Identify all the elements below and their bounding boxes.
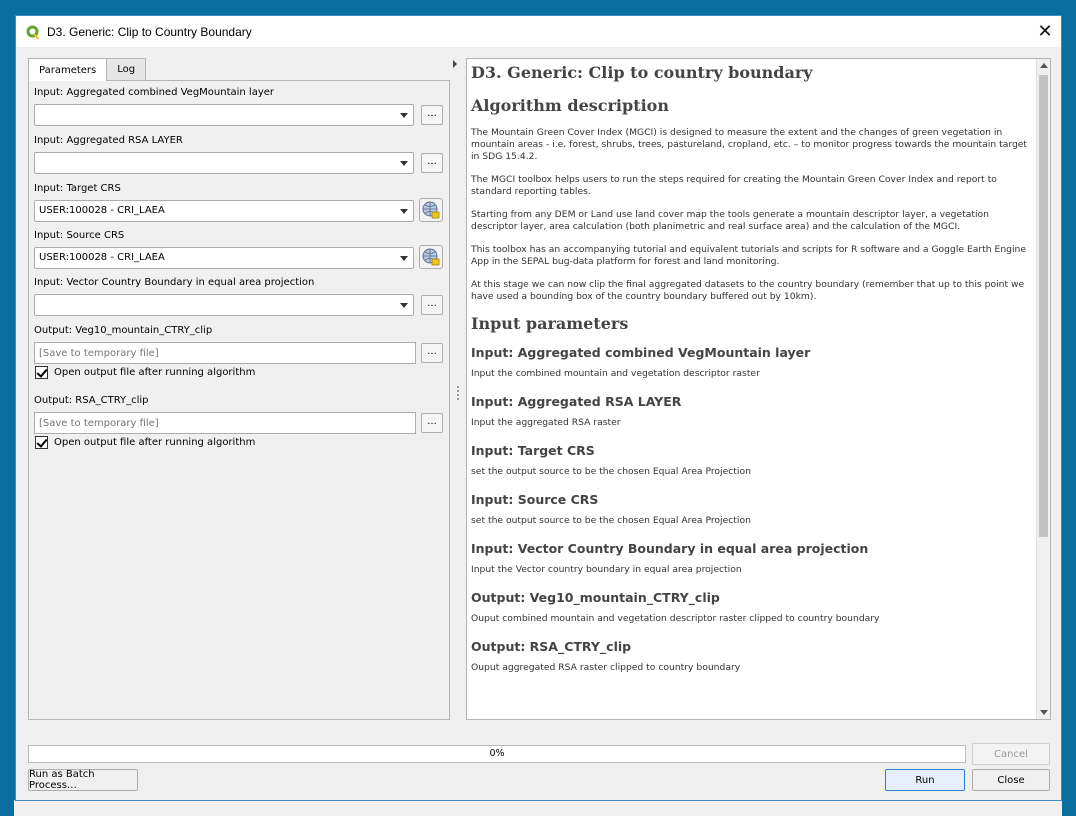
help-param-description: Ouput combined mountain and vegetation d… — [471, 613, 880, 624]
combo-value: USER:100028 - CRI_LAEA — [39, 205, 165, 216]
output-rsa-clip-input[interactable] — [35, 413, 415, 433]
desktop-background — [0, 0, 14, 816]
collapse-help-arrow-icon[interactable] — [453, 60, 457, 68]
close-window-button[interactable]: ✕ — [1029, 16, 1061, 47]
help-param-description: Input the aggregated RSA raster — [471, 417, 621, 428]
param-country-boundary-label: Input: Vector Country Boundary in equal … — [34, 277, 315, 288]
open-output-veg-checkbox[interactable] — [35, 366, 48, 379]
tab-log[interactable]: Log — [106, 58, 147, 80]
open-output-veg-label: Open output file after running algorithm — [54, 367, 256, 378]
open-output-rsa-checkbox[interactable] — [35, 436, 48, 449]
qgis-logo-icon — [26, 25, 40, 39]
output-rsa-clip-browse-button[interactable]: ... — [421, 413, 443, 433]
vegmountain-layer-combo[interactable] — [34, 104, 414, 126]
cancel-button[interactable]: Cancel — [972, 743, 1050, 765]
chevron-down-icon — [400, 303, 408, 308]
splitter-handle[interactable] — [457, 386, 459, 400]
help-description-paragraph: The MGCI toolbox helps users to run the … — [471, 174, 997, 197]
country-boundary-combo[interactable] — [34, 294, 414, 316]
help-param-description: Ouput aggregated RSA raster clipped to c… — [471, 662, 741, 673]
help-param-heading: Input: Vector Country Boundary in equal … — [471, 541, 869, 556]
close-button[interactable]: Close — [972, 769, 1050, 791]
help-param-description: Input the Vector country boundary in equ… — [471, 564, 742, 575]
open-output-rsa-checkbox-row[interactable]: Open output file after running algorithm — [35, 436, 255, 449]
title-bar[interactable]: D3. Generic: Clip to Country Boundary ✕ — [16, 16, 1061, 47]
combo-value: USER:100028 - CRI_LAEA — [39, 252, 165, 263]
dialog-window: D3. Generic: Clip to Country Boundary ✕ … — [15, 15, 1062, 801]
help-param-description: set the output source to be the chosen E… — [471, 466, 751, 477]
target-crs-combo[interactable]: USER:100028 - CRI_LAEA — [34, 200, 414, 222]
tab-bar: Parameters Log — [28, 58, 147, 81]
chevron-down-icon — [400, 256, 408, 261]
help-panel: D3. Generic: Clip to country boundary Al… — [466, 58, 1051, 720]
help-param-heading: Output: Veg10_mountain_CTRY_clip — [471, 590, 720, 605]
help-param-heading: Input: Target CRS — [471, 443, 595, 458]
output-veg-clip-field[interactable] — [34, 342, 416, 364]
source-crs-combo[interactable]: USER:100028 - CRI_LAEA — [34, 247, 414, 269]
output-veg-clip-browse-button[interactable]: ... — [421, 343, 443, 363]
scroll-up-arrow-icon[interactable] — [1040, 63, 1048, 68]
help-param-heading: Output: RSA_CTRY_clip — [471, 639, 632, 654]
parameters-panel: Parameters Log Input: Aggregated combine… — [28, 58, 450, 720]
help-parameters-heading: Input parameters — [471, 314, 629, 333]
help-description-paragraph: At this stage we can now clip the final … — [471, 279, 1025, 302]
crs-globe-icon — [422, 201, 440, 219]
chevron-down-icon — [400, 161, 408, 166]
source-crs-select-button[interactable] — [419, 245, 443, 269]
output-rsa-clip-label: Output: RSA_CTRY_clip — [34, 395, 149, 406]
scroll-down-arrow-icon[interactable] — [1040, 710, 1048, 715]
progress-label: 0% — [489, 748, 505, 759]
help-title: D3. Generic: Clip to country boundary — [471, 63, 813, 82]
dots-label: ... — [427, 346, 437, 357]
param-rsa-label: Input: Aggregated RSA LAYER — [34, 135, 183, 146]
chevron-down-icon — [400, 209, 408, 214]
help-param-heading: Input: Aggregated combined VegMountain l… — [471, 345, 811, 360]
help-description-paragraph: Starting from any DEM or Land use land c… — [471, 209, 989, 232]
dots-label: ... — [427, 416, 437, 427]
help-content: D3. Generic: Clip to country boundary Al… — [471, 63, 1033, 688]
target-crs-select-button[interactable] — [419, 198, 443, 222]
progress-bar: 0% — [28, 745, 966, 763]
rsa-browse-button[interactable]: ... — [421, 153, 443, 173]
vegmountain-browse-button[interactable]: ... — [421, 105, 443, 125]
help-param-heading: Input: Source CRS — [471, 492, 599, 507]
parameters-tab-content: Input: Aggregated combined VegMountain l… — [28, 80, 450, 720]
help-scrollbar[interactable] — [1036, 59, 1050, 719]
chevron-down-icon — [400, 113, 408, 118]
run-as-batch-button[interactable]: Run as Batch Process… — [28, 769, 138, 791]
window-title: D3. Generic: Clip to Country Boundary — [47, 24, 252, 39]
help-description-heading: Algorithm description — [471, 96, 669, 115]
crs-globe-icon — [422, 248, 440, 266]
param-vegmountain-label: Input: Aggregated combined VegMountain l… — [34, 87, 275, 98]
help-description-paragraph: This toolbox has an accompanying tutoria… — [471, 244, 1027, 267]
output-veg-clip-label: Output: Veg10_mountain_CTRY_clip — [34, 325, 213, 336]
help-param-description: set the output source to be the chosen E… — [471, 515, 751, 526]
help-description-paragraph: The Mountain Green Cover Index (MGCI) is… — [471, 127, 1028, 162]
output-veg-clip-input[interactable] — [35, 343, 415, 363]
run-button[interactable]: Run — [885, 769, 965, 791]
param-target-crs-label: Input: Target CRS — [34, 183, 121, 194]
desktop-background-bottom — [14, 800, 1062, 816]
output-rsa-clip-field[interactable] — [34, 412, 416, 434]
param-source-crs-label: Input: Source CRS — [34, 230, 125, 241]
help-param-description: Input the combined mountain and vegetati… — [471, 368, 760, 379]
country-boundary-browse-button[interactable]: ... — [421, 295, 443, 315]
rsa-layer-combo[interactable] — [34, 152, 414, 174]
open-output-veg-checkbox-row[interactable]: Open output file after running algorithm — [35, 366, 255, 379]
tab-parameters[interactable]: Parameters — [28, 58, 108, 81]
scrollbar-thumb[interactable] — [1039, 75, 1048, 537]
help-param-heading: Input: Aggregated RSA LAYER — [471, 394, 682, 409]
open-output-rsa-label: Open output file after running algorithm — [54, 437, 256, 448]
